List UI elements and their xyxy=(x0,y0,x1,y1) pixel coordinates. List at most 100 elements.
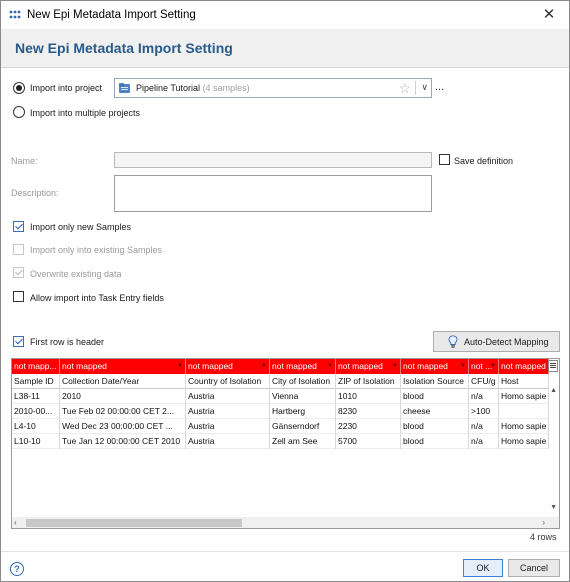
allow-task-entry-label[interactable]: Allow import into Task Entry fields xyxy=(30,293,164,303)
mapping-cell[interactable]: not mapped ▼ xyxy=(186,359,270,374)
table-cell: Austria xyxy=(186,434,270,449)
table-cell: Gänserndorf xyxy=(270,419,336,434)
table-cell: Homo sapie xyxy=(499,434,549,449)
description-field[interactable] xyxy=(114,175,432,212)
mapping-cell[interactable]: not ... ▼ xyxy=(469,359,499,374)
table-cell: 2010 xyxy=(60,389,186,404)
table-row[interactable]: L10-10 Tue Jan 12 00:00:00 CET 2010 Aust… xyxy=(12,434,549,449)
column-header[interactable]: CFU/g xyxy=(469,374,499,389)
scroll-left-icon[interactable]: ‹ xyxy=(14,518,17,527)
page-title: New Epi Metadata Import Setting xyxy=(15,40,233,56)
overwrite-existing-data-label: Overwrite existing data xyxy=(30,269,122,279)
name-label: Name: xyxy=(11,156,38,166)
close-icon[interactable]: ✕ xyxy=(537,4,561,26)
column-header[interactable]: City of Isolation xyxy=(270,374,336,389)
overwrite-existing-data-checkbox xyxy=(13,267,24,278)
table-cell: L38-11 xyxy=(12,389,60,404)
allow-task-entry-checkbox[interactable] xyxy=(13,291,24,302)
project-folder-icon xyxy=(119,83,130,93)
favorite-star-icon[interactable]: ☆ xyxy=(398,80,411,97)
table-cell: 2010-00... xyxy=(12,404,60,419)
mapping-cell[interactable]: not mapped ▼ xyxy=(60,359,186,374)
lightbulb-icon xyxy=(448,335,458,348)
header-row: Sample ID Collection Date/Year Country o… xyxy=(12,374,549,389)
table-cell: Homo sapie xyxy=(499,419,549,434)
import-only-existing-samples-label: Import only into existing Samples xyxy=(30,245,163,255)
more-button[interactable]: ... xyxy=(435,81,444,93)
auto-detect-mapping-label: Auto-Detect Mapping xyxy=(464,337,549,347)
description-label: Description: xyxy=(11,188,59,198)
save-definition-label[interactable]: Save definition xyxy=(454,156,513,166)
mapping-cell[interactable]: not mapped xyxy=(499,359,549,374)
table-cell: blood xyxy=(401,434,469,449)
table-cell: blood xyxy=(401,389,469,404)
column-header[interactable]: Collection Date/Year xyxy=(60,374,186,389)
import-only-existing-samples-checkbox xyxy=(13,244,24,255)
column-header[interactable]: Sample ID xyxy=(12,374,60,389)
column-header[interactable]: Isolation Source xyxy=(401,374,469,389)
column-header[interactable]: Country of Isolation xyxy=(186,374,270,389)
mapping-cell[interactable]: not mapp... xyxy=(12,359,60,374)
table-cell: Wed Dec 23 00:00:00 CET ... xyxy=(60,419,186,434)
column-header[interactable]: ZIP of Isolation xyxy=(336,374,401,389)
import-into-project-label[interactable]: Import into project xyxy=(30,83,102,93)
project-select[interactable]: Pipeline Tutorial (4 samples) ☆ ∨ xyxy=(114,78,432,98)
mapping-cell[interactable]: not mapped ▼ xyxy=(401,359,469,374)
horizontal-scrollbar[interactable]: ‹ › xyxy=(12,517,559,528)
row-count: 4 rows xyxy=(530,532,557,542)
table-cell: 5700 xyxy=(336,434,401,449)
dropdown-arrow-icon: ▼ xyxy=(460,363,466,369)
preview-table[interactable]: not mapp... not mapped ▼ not mapped ▼ not … xyxy=(11,358,560,529)
cancel-button[interactable]: Cancel xyxy=(508,559,560,577)
scroll-down-icon[interactable]: ▼ xyxy=(550,504,557,511)
auto-detect-mapping-button[interactable]: Auto-Detect Mapping xyxy=(433,331,560,352)
first-row-header-label[interactable]: First row is header xyxy=(30,337,104,347)
scroll-right-icon[interactable]: › xyxy=(542,518,545,527)
dropdown-arrow-icon: ▼ xyxy=(490,363,496,369)
table-cell: Tue Jan 12 00:00:00 CET 2010 xyxy=(60,434,186,449)
table-row[interactable]: L38-11 2010 Austria Vienna 1010 blood n/… xyxy=(12,389,549,404)
table-row[interactable]: L4-10 Wed Dec 23 00:00:00 CET ... Austri… xyxy=(12,419,549,434)
column-config-icon[interactable] xyxy=(548,360,558,372)
import-only-new-samples-label[interactable]: Import only new Samples xyxy=(30,222,131,232)
table-cell: >100 xyxy=(469,404,499,419)
header-band: New Epi Metadata Import Setting xyxy=(1,29,569,68)
table-cell: Austria xyxy=(186,389,270,404)
mapping-row: not mapp... not mapped ▼ not mapped ▼ not … xyxy=(12,359,549,374)
save-definition-checkbox[interactable] xyxy=(439,154,450,165)
help-icon[interactable]: ? xyxy=(10,562,24,576)
column-header[interactable]: Host xyxy=(499,374,549,389)
first-row-header-checkbox[interactable] xyxy=(13,336,24,347)
table-cell: n/a xyxy=(469,389,499,404)
table-cell: n/a xyxy=(469,419,499,434)
table-cell: Austria xyxy=(186,404,270,419)
scrollbar-thumb[interactable] xyxy=(26,519,242,527)
dropdown-arrow-icon: ▼ xyxy=(177,363,183,369)
table-row[interactable]: 2010-00... Tue Feb 02 00:00:00 CET 2... … xyxy=(12,404,549,419)
name-field[interactable] xyxy=(114,152,432,168)
mapping-cell[interactable]: not mapped ▼ xyxy=(270,359,336,374)
ok-button[interactable]: OK xyxy=(463,559,503,577)
project-sample-count: (4 samples) xyxy=(202,83,250,93)
table-cell: L10-10 xyxy=(12,434,60,449)
mapping-cell[interactable]: not mapped ▼ xyxy=(336,359,401,374)
import-only-new-samples-checkbox[interactable] xyxy=(13,221,24,232)
table-cell: Homo sapie xyxy=(499,389,549,404)
import-into-multiple-radio[interactable] xyxy=(13,106,25,118)
table-cell xyxy=(499,404,549,419)
table-cell: Austria xyxy=(186,419,270,434)
dropdown-arrow-icon: ▼ xyxy=(327,363,333,369)
import-into-project-radio[interactable] xyxy=(13,82,25,94)
table-cell: cheese xyxy=(401,404,469,419)
scroll-up-icon[interactable]: ▲ xyxy=(550,387,557,394)
table-cell: n/a xyxy=(469,434,499,449)
chevron-down-icon[interactable]: ∨ xyxy=(421,82,428,93)
table-cell: 1010 xyxy=(336,389,401,404)
table-cell: blood xyxy=(401,419,469,434)
table-cell: Tue Feb 02 00:00:00 CET 2... xyxy=(60,404,186,419)
title-bar: New Epi Metadata Import Setting ✕ xyxy=(1,1,569,29)
table-cell: 8230 xyxy=(336,404,401,419)
table-cell: Hartberg xyxy=(270,404,336,419)
import-into-multiple-label[interactable]: Import into multiple projects xyxy=(30,108,140,118)
combo-separator xyxy=(415,81,416,95)
